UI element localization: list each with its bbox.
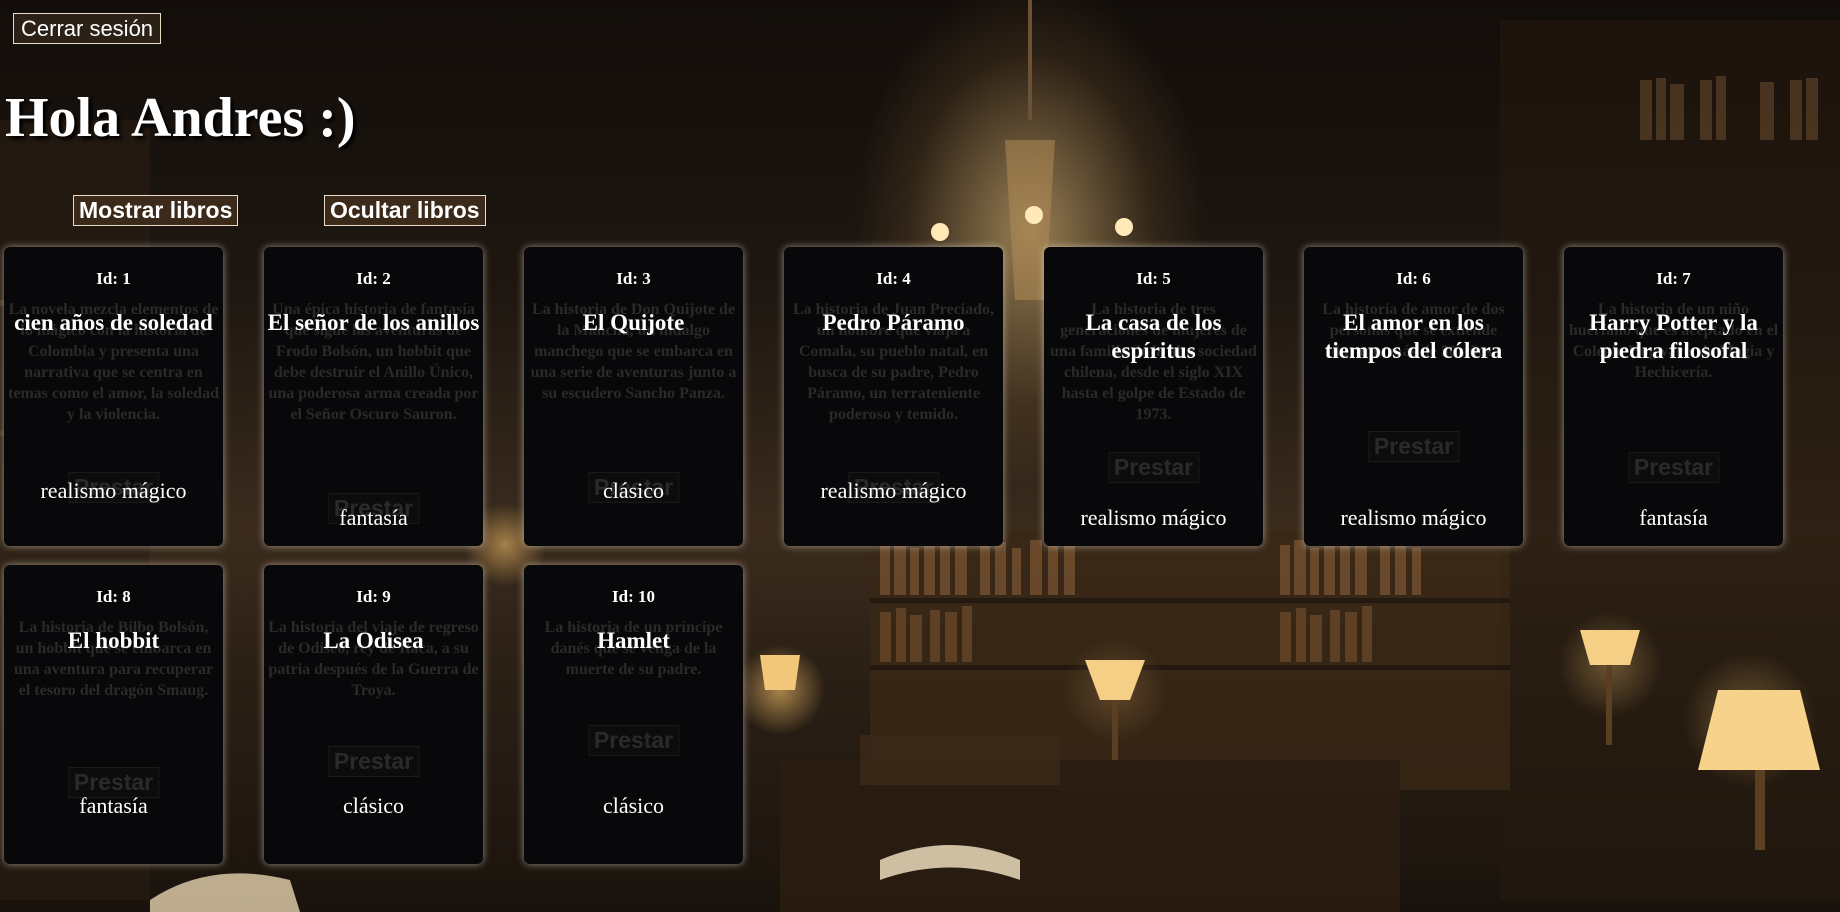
book-title: La Odisea [323,628,424,653]
book-card: Id: 3 La historia de Don Quijote de la M… [524,247,743,546]
book-card: Id: 1 La novela mezcla elementos de lo m… [4,247,223,546]
book-title: El amor en los tiempos del cólera [1324,310,1503,363]
book-title: Pedro Páramo [822,310,965,335]
book-genre: realismo mágico [820,478,967,503]
book-id: Id: 2 [356,269,391,288]
book-genre: realismo mágico [1080,505,1227,530]
book-id: Id: 8 [96,587,131,606]
book-id: Id: 4 [876,269,911,288]
book-list: Id: 1 La novela mezcla elementos de lo m… [0,247,1840,887]
book-title: cien años de soledad [14,310,213,335]
lend-button[interactable]: Prestar [1107,452,1200,483]
book-id: Id: 6 [1396,269,1431,288]
lend-button[interactable]: Prestar [587,725,680,756]
book-genre: fantasía [339,505,408,530]
book-card: Id: 7 La historia de un niño huérfano qu… [1564,247,1783,546]
book-id: Id: 5 [1136,269,1171,288]
book-title: El hobbit [67,628,160,653]
greeting-heading: Hola Andres :) [5,87,356,149]
book-card: Id: 5 La historia de tres generaciones d… [1044,247,1263,546]
book-genre: clásico [602,478,665,503]
logout-button[interactable]: Cerrar sesión [13,13,162,44]
book-title: La casa de los espíritus [1085,310,1222,363]
book-title: Hamlet [597,628,670,653]
book-card: Id: 9 La historia del viaje de regreso d… [264,565,483,864]
book-card: Id: 10 La historia de un príncipe danés … [524,565,743,864]
show-books-button[interactable]: Mostrar libros [73,195,239,226]
book-title: Harry Potter y la piedra filosofal [1589,310,1758,363]
book-card: Id: 2 Una épica historia de fantasía que… [264,247,483,546]
lend-button[interactable]: Prestar [1367,431,1460,462]
book-id: Id: 7 [1656,269,1691,288]
book-id: Id: 9 [356,587,391,606]
book-card: Id: 6 La historia de amor de dos persona… [1304,247,1523,546]
book-id: Id: 3 [616,269,651,288]
book-genre: fantasía [1639,505,1708,530]
book-genre: fantasía [79,793,148,818]
book-genre: realismo mágico [40,478,187,503]
book-title: El señor de los anillos [267,310,480,335]
book-card: Id: 4 La historia de Juan Preciado, un h… [784,247,1003,546]
book-genre: clásico [342,793,405,818]
book-genre: realismo mágico [1340,505,1487,530]
lend-button[interactable]: Prestar [327,746,420,777]
lend-button[interactable]: Prestar [1627,452,1720,483]
book-genre: clásico [602,793,665,818]
book-card: Id: 8 La historia de Bilbo Bolsón, un ho… [4,565,223,864]
book-title: El Quijote [582,310,685,335]
hide-books-button[interactable]: Ocultar libros [324,195,486,226]
book-id: Id: 10 [612,587,655,606]
book-id: Id: 1 [96,269,131,288]
